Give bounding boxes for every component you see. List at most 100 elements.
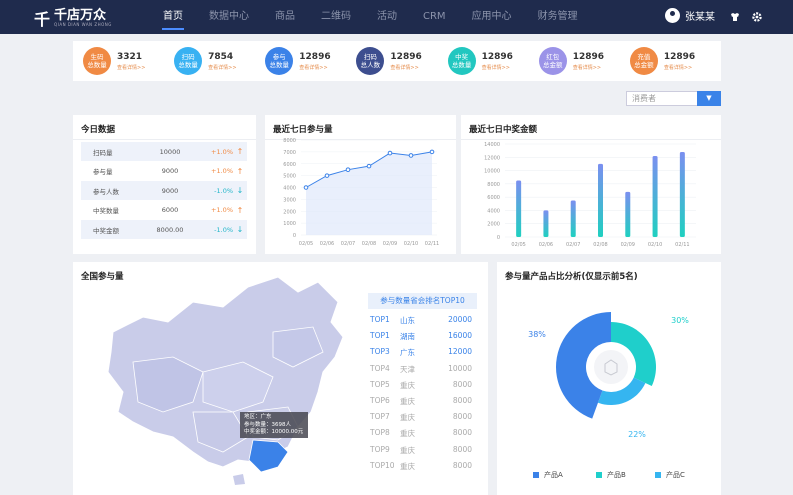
user-menu[interactable]: 张某某 <box>665 8 715 23</box>
stat-detail-link[interactable]: 查看详情>> <box>482 64 513 71</box>
ranking-row[interactable]: TOP1 山东 20000 <box>370 315 472 326</box>
nav-data-center[interactable]: 数据中心 <box>196 0 262 34</box>
ranking-row[interactable]: TOP5 重庆 8000 <box>370 380 472 391</box>
stat-badge: 扫码 总数量 <box>174 47 203 75</box>
stat-label-line1: 红包 <box>546 53 560 61</box>
gear-icon[interactable] <box>751 11 763 23</box>
today-row: 扫码量 10000 +1.0% ↑ <box>81 142 247 161</box>
y-tick-label: 3000 <box>283 197 296 203</box>
weekly-prize-amount-card: 最近七日中奖金额 0 2000 4000 6000 8000 10000 12000 1400… <box>461 115 721 254</box>
stat-item: 参与 总数量 12896 查看详情>> <box>265 47 356 75</box>
ranking-value: 12000 <box>448 347 472 357</box>
x-tick-label: 02/10 <box>648 242 662 248</box>
stat-label-line2: 总金额 <box>542 61 563 69</box>
nav-finance[interactable]: 财务管理 <box>525 0 591 34</box>
y-tick-label: 2000 <box>283 209 296 215</box>
today-row-change: -1.0% <box>214 225 233 234</box>
ranking-province: 山东 <box>400 316 415 325</box>
line-point[interactable] <box>324 173 330 178</box>
ranking-province: 重庆 <box>400 461 415 471</box>
legend-item[interactable]: 产品A <box>533 470 563 480</box>
bar[interactable] <box>652 155 658 237</box>
nav-products[interactable]: 商品 <box>262 0 308 34</box>
stat-badge: 扫码 总人数 <box>356 47 385 75</box>
ranking-row[interactable]: TOP6 重庆 8000 <box>370 396 472 407</box>
stat-value: 12896 <box>663 51 696 62</box>
bar[interactable] <box>543 210 549 237</box>
today-row-value: 9000 <box>161 186 179 195</box>
stat-label-line2: 总数量 <box>451 61 472 69</box>
today-row: 参与人数 9000 -1.0% ↓ <box>81 181 247 201</box>
y-tick-label: 6000 <box>487 195 500 201</box>
tooltip-region: 地区：广东 <box>244 414 272 420</box>
legend-item[interactable]: 产品B <box>596 470 626 480</box>
today-row-value: 9000 <box>161 167 179 176</box>
stat-detail-link[interactable]: 查看详情>> <box>117 64 145 71</box>
stat-detail-link[interactable]: 查看详情>> <box>390 64 421 71</box>
logo[interactable]: 千 千店万众 QIAN DIAN WAN ZHONG <box>34 6 124 30</box>
bar[interactable] <box>598 163 603 237</box>
ranking-value: 8000 <box>452 428 472 438</box>
ranking-rank: TOP8 <box>370 428 390 438</box>
legend-item[interactable]: 产品C <box>655 470 685 480</box>
ranking-row[interactable]: TOP9 重庆 8000 <box>370 445 472 456</box>
ranking-row[interactable]: TOP3 广东 12000 <box>370 347 472 358</box>
legend-swatch <box>655 472 661 478</box>
chevron-down-icon[interactable]: ▼ <box>697 91 721 106</box>
bar[interactable] <box>679 151 685 237</box>
stat-detail-link[interactable]: 查看详情>> <box>573 64 604 71</box>
today-row-name: 参与人数 <box>93 187 119 196</box>
stat-detail-link[interactable]: 查看详情>> <box>208 64 236 71</box>
nav-app-center[interactable]: 应用中心 <box>459 0 525 34</box>
ranking-row[interactable]: TOP8 重庆 8000 <box>370 428 472 439</box>
y-tick-label: 2000 <box>487 222 500 228</box>
today-row: 参与量 9000 +1.0% ↑ <box>81 162 247 181</box>
bar[interactable] <box>516 180 522 237</box>
y-tick-label: 4000 <box>283 186 296 192</box>
y-tick-label: 5000 <box>283 174 296 180</box>
today-row-name: 扫码量 <box>93 148 113 157</box>
line-point[interactable] <box>387 150 393 156</box>
nav-qrcode[interactable]: 二维码 <box>308 0 364 34</box>
stat-detail-link[interactable]: 查看详情>> <box>664 64 695 71</box>
today-row-change: -1.0% <box>214 186 233 195</box>
bar[interactable] <box>625 191 631 237</box>
nav-activities[interactable]: 活动 <box>364 0 410 34</box>
stat-badge: 参与 总数量 <box>265 47 294 75</box>
ranking-row[interactable]: TOP10 重庆 8000 <box>370 461 472 472</box>
bar[interactable] <box>570 200 576 237</box>
stat-badge: 充值 总金额 <box>629 47 658 75</box>
ranking-value: 10000 <box>448 363 472 373</box>
donut-center <box>594 350 628 384</box>
stat-detail-link[interactable]: 查看详情>> <box>299 64 330 71</box>
stat-label-line2: 总数量 <box>178 61 198 69</box>
ranking-province: 重庆 <box>400 397 415 406</box>
stat-value: 12896 <box>572 51 605 62</box>
legend-label: 产品B <box>607 471 626 479</box>
ranking-province: 重庆 <box>400 429 415 439</box>
legend-swatch <box>596 472 602 478</box>
nav-home[interactable]: 首页 <box>150 0 196 34</box>
line-point[interactable] <box>429 149 435 155</box>
line-point[interactable] <box>366 163 372 169</box>
x-tick-label: 02/07 <box>566 242 580 248</box>
legend-swatch <box>533 472 539 478</box>
map-tooltip: 地区：广东 参与数量：3698人 中奖金额：10000.00元 <box>240 412 308 438</box>
y-tick-label: 12000 <box>484 155 500 161</box>
audience-select[interactable]: 消费者 ▼ <box>626 91 721 106</box>
skin-icon[interactable] <box>729 11 741 23</box>
ranking-row[interactable]: TOP1 湖南 16000 <box>370 331 472 342</box>
line-point[interactable] <box>408 153 414 158</box>
nav-crm[interactable]: CRM <box>410 0 459 34</box>
today-row-value: 6000 <box>161 206 179 215</box>
line-point[interactable] <box>345 167 351 172</box>
line-point[interactable] <box>303 185 309 190</box>
stat-value: 12896 <box>390 51 422 62</box>
ranking-province: 广东 <box>400 348 415 358</box>
y-tick-label: 0 <box>497 235 500 241</box>
ranking-province: 重庆 <box>400 445 415 455</box>
ranking-row[interactable]: TOP7 重庆 8000 <box>370 412 472 423</box>
y-tick-label: 8000 <box>283 138 296 144</box>
y-tick-label: 4000 <box>487 208 500 214</box>
ranking-row[interactable]: TOP4 天津 10000 <box>370 364 472 375</box>
